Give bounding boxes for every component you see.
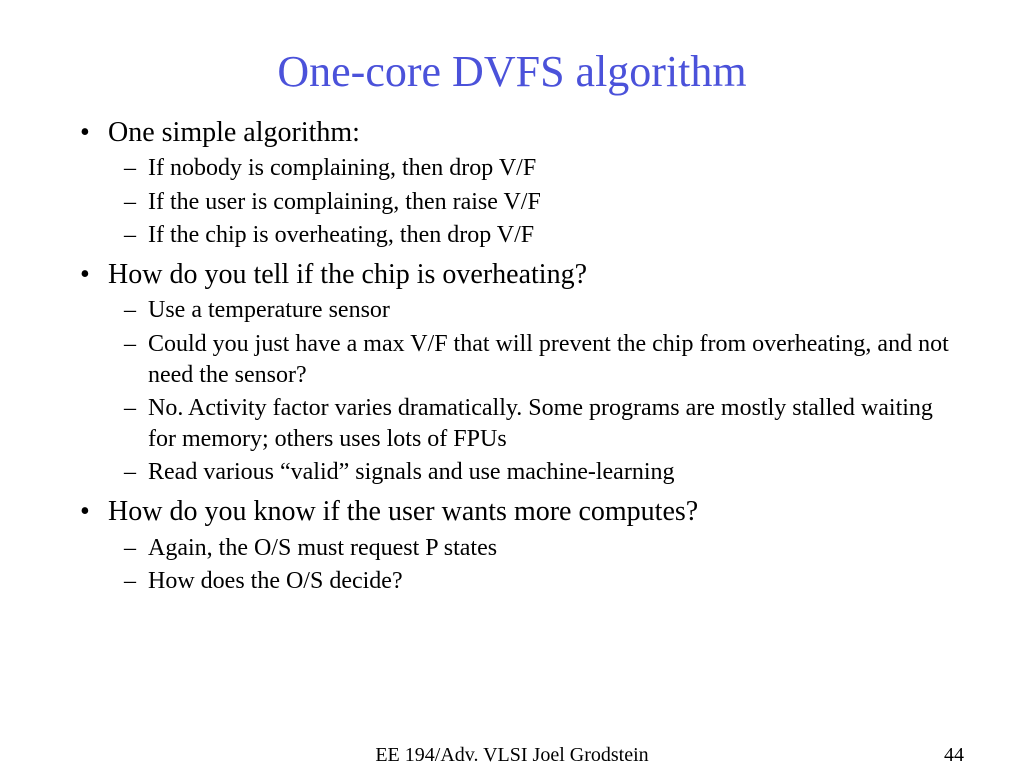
bullet-1-sub-1: If nobody is complaining, then drop V/F — [148, 153, 964, 184]
bullet-3: How do you know if the user wants more c… — [108, 494, 964, 597]
bullet-2-sub-2: Could you just have a max V/F that will … — [148, 329, 964, 391]
bullet-2: How do you tell if the chip is overheati… — [108, 257, 964, 489]
bullet-2-sublist: Use a temperature sensor Could you just … — [108, 295, 964, 488]
bullet-1-sub-3: If the chip is overheating, then drop V/… — [148, 220, 964, 251]
bullet-3-sublist: Again, the O/S must request P states How… — [108, 533, 964, 597]
bullet-2-sub-3: No. Activity factor varies dramatically.… — [148, 393, 964, 455]
slide-number: 44 — [944, 744, 964, 767]
content-list: One simple algorithm: If nobody is compl… — [60, 115, 964, 597]
bullet-1-sublist: If nobody is complaining, then drop V/F … — [108, 153, 964, 251]
bullet-1-sub-2: If the user is complaining, then raise V… — [148, 187, 964, 218]
bullet-1: One simple algorithm: If nobody is compl… — [108, 115, 964, 251]
footer-course: EE 194/Adv. VLSI Joel Grodstein — [0, 744, 1024, 767]
bullet-3-sub-2: How does the O/S decide? — [148, 566, 964, 597]
bullet-3-text: How do you know if the user wants more c… — [108, 496, 698, 527]
bullet-1-text: One simple algorithm: — [108, 117, 360, 148]
bullet-2-sub-1: Use a temperature sensor — [148, 295, 964, 326]
slide-title: One-core DVFS algorithm — [60, 46, 964, 97]
bullet-3-sub-1: Again, the O/S must request P states — [148, 533, 964, 564]
slide: One-core DVFS algorithm One simple algor… — [0, 0, 1024, 768]
bullet-2-text: How do you tell if the chip is overheati… — [108, 259, 587, 290]
bullet-2-sub-4: Read various “valid” signals and use mac… — [148, 457, 964, 488]
